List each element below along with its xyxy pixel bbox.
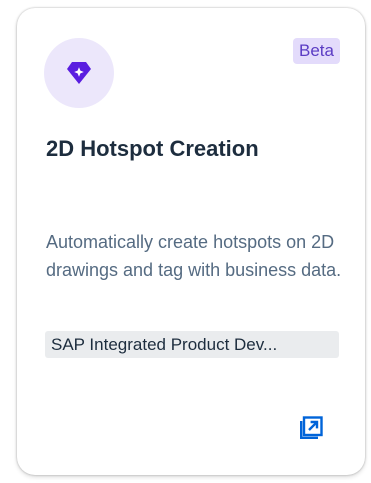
open-app-button[interactable]	[299, 414, 325, 440]
beta-badge: Beta	[293, 38, 340, 64]
card-description: Automatically create hotspots on 2D draw…	[46, 232, 342, 280]
app-avatar	[44, 38, 114, 108]
product-tag: SAP Integrated Product Dev...	[45, 331, 339, 358]
diamond-icon	[67, 62, 91, 84]
app-card[interactable]: Beta 2D Hotspot Creation Automatically c…	[17, 8, 365, 475]
open-external-icon	[300, 416, 323, 439]
card-title: 2D Hotspot Creation	[46, 136, 259, 161]
